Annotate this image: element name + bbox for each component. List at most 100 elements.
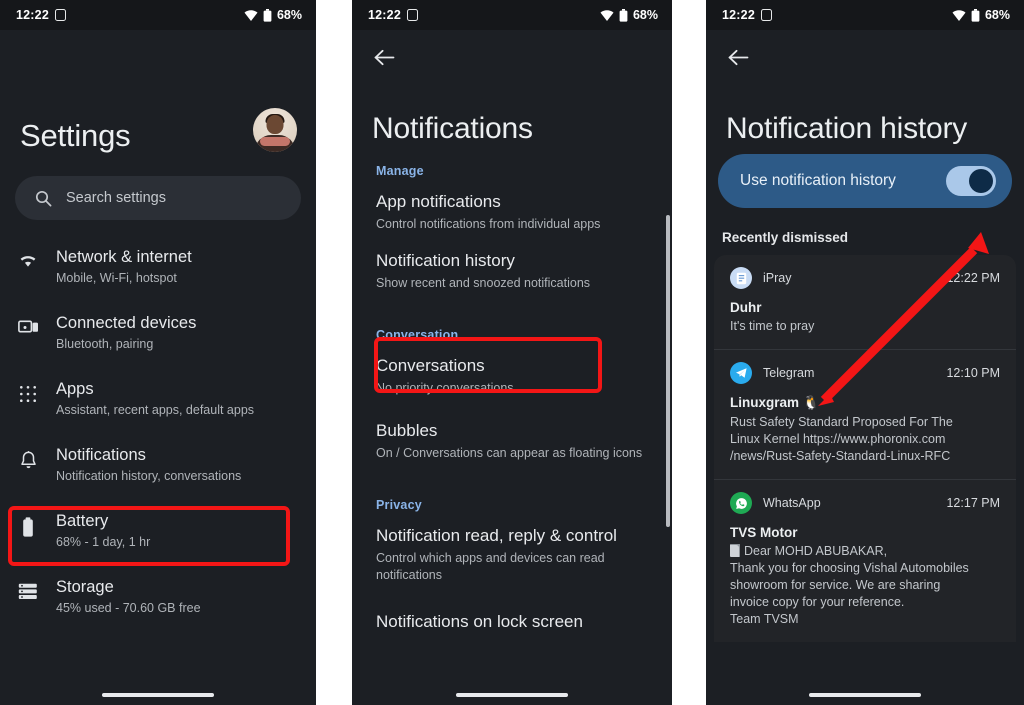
sidebar-item-battery[interactable]: Battery 68% - 1 day, 1 hr (0, 498, 316, 564)
status-time: 12:22 (368, 8, 401, 22)
item-subtitle: Assistant, recent apps, default apps (56, 403, 255, 417)
item-subtitle: Control notifications from individual ap… (376, 217, 601, 231)
item-subtitle: Mobile, Wi-Fi, hotspot (56, 271, 177, 285)
notification-header: WhatsApp 12:17 PM (730, 492, 1000, 514)
status-time: 12:22 (16, 8, 49, 22)
item-title: Conversations (376, 356, 485, 375)
item-subtitle: Control which apps and devices can read … (376, 551, 605, 582)
item-title: Connected devices (56, 314, 197, 332)
home-indicator (456, 693, 568, 697)
notification-list: iPray 12:22 PM Duhr It's time to pray Te… (714, 255, 1016, 642)
notification-body: Rust Safety Standard Proposed For The Li… (730, 415, 953, 463)
section-label-conversation: Conversation (376, 328, 459, 342)
bell-icon (0, 445, 56, 471)
item-subtitle: Bluetooth, pairing (56, 337, 154, 351)
item-title: Notifications (56, 446, 146, 464)
page-title: Notification history (726, 112, 968, 145)
notification-time: 12:17 PM (946, 496, 1000, 510)
sidebar-item-storage[interactable]: Storage 45% used - 70.60 GB free (0, 564, 316, 630)
item-subtitle: 68% - 1 day, 1 hr (56, 535, 151, 549)
settings-screen: Settings Search settings Network & inter… (0, 30, 316, 705)
notification-title: TVS Motor (730, 525, 798, 540)
use-notification-history-row[interactable]: Use notification history (718, 154, 1012, 208)
notification-history-screen: Notification history Use notification hi… (706, 30, 1024, 705)
list-item-app-notifications[interactable]: App notifications Control notifications … (352, 184, 672, 243)
avatar[interactable] (253, 108, 297, 152)
section-label-manage: Manage (376, 164, 424, 178)
item-title: Storage (56, 578, 114, 596)
status-time: 12:22 (722, 8, 755, 22)
status-bar-right: 68% (952, 8, 1010, 22)
battery-percent: 68% (984, 8, 1010, 22)
sidebar-item-notifications[interactable]: Notifications Notification history, conv… (0, 432, 316, 498)
page-title: Notifications (372, 112, 533, 145)
search-input[interactable]: Search settings (15, 176, 301, 220)
screenshot-stage: 12:22 68% Settings Search settings Netwo… (0, 0, 1024, 705)
storage-icon (0, 577, 56, 600)
phone-panel-settings: 12:22 68% Settings Search settings Netwo… (0, 0, 316, 705)
sidebar-item-apps[interactable]: Apps Assistant, recent apps, default app… (0, 366, 316, 432)
sidebar-item-text: Storage 45% used - 70.60 GB free (56, 577, 300, 617)
notification-body-first-text: Dear MOHD ABUBAKAR, (744, 544, 888, 558)
section-label-privacy: Privacy (376, 498, 422, 512)
item-subtitle: No priority conversations (376, 381, 514, 395)
list-item-notification-history[interactable]: Notification history Show recent and sno… (352, 243, 672, 302)
status-bar-right: 68% (600, 8, 658, 22)
list-item[interactable]: Telegram 12:10 PM Linuxgram 🐧 Rust Safet… (714, 349, 1016, 479)
wifi-icon (600, 9, 614, 21)
item-title: App notifications (376, 192, 501, 211)
battery-icon (971, 8, 980, 22)
status-bar: 12:22 68% (352, 0, 672, 30)
recently-dismissed-header: Recently dismissed (722, 230, 849, 245)
banner-label: Use notification history (740, 172, 896, 189)
back-button[interactable] (706, 30, 1024, 84)
battery-icon (0, 511, 56, 538)
sidebar-item-text: Notifications Notification history, conv… (56, 445, 300, 485)
home-indicator (809, 693, 921, 697)
sidebar-item-network[interactable]: Network & internet Mobile, Wi-Fi, hotspo… (0, 234, 316, 300)
status-bar-left: 12:22 (722, 8, 772, 22)
list-item-bubbles[interactable]: Bubbles On / Conversations can appear as… (352, 407, 672, 472)
screen-record-icon (54, 9, 66, 21)
wifi-icon (244, 9, 258, 21)
item-title: Notification read, reply & control (376, 526, 617, 545)
item-subtitle: Notification history, conversations (56, 469, 242, 483)
list-item[interactable]: iPray 12:22 PM Duhr It's time to pray (714, 255, 1016, 349)
status-bar-right: 68% (244, 8, 302, 22)
battery-percent: 68% (276, 8, 302, 22)
list-item-notifications-on-lock-screen[interactable]: Notifications on lock screen (352, 594, 672, 644)
use-notification-history-toggle[interactable] (946, 166, 996, 196)
screen-record-icon (760, 9, 772, 21)
notification-header: iPray 12:22 PM (730, 267, 1000, 289)
notification-title: Linuxgram 🐧 (730, 395, 820, 410)
item-title: Battery (56, 512, 109, 530)
item-title: Notification history (376, 251, 515, 270)
status-bar-left: 12:22 (368, 8, 418, 22)
notification-header: Telegram 12:10 PM (730, 362, 1000, 384)
screen-record-icon (406, 9, 418, 21)
list-item[interactable]: WhatsApp 12:17 PM TVS Motor Dear MOHD AB… (714, 479, 1016, 642)
connected-devices-icon (0, 313, 56, 335)
phone-panel-notification-history: 12:22 68% Notification history Use notif… (706, 0, 1024, 705)
app-name: WhatsApp (763, 496, 821, 510)
battery-percent: 68% (632, 8, 658, 22)
item-subtitle: 45% used - 70.60 GB free (56, 601, 201, 615)
sidebar-item-text: Network & internet Mobile, Wi-Fi, hotspo… (56, 247, 300, 287)
back-button[interactable] (352, 30, 672, 84)
settings-list: Network & internet Mobile, Wi-Fi, hotspo… (0, 234, 316, 630)
toggle-thumb (969, 169, 993, 193)
avatar-head (266, 115, 284, 135)
notification-body-first: Dear MOHD ABUBAKAR, (730, 543, 1000, 560)
notification-body: Thank you for choosing Vishal Automobile… (730, 561, 969, 626)
document-icon (730, 544, 740, 557)
search-placeholder: Search settings (66, 190, 166, 206)
status-bar: 12:22 68% (706, 0, 1024, 30)
notification-title: Duhr (730, 300, 762, 315)
vertical-scrollbar[interactable] (666, 215, 670, 527)
list-item-conversations[interactable]: Conversations No priority conversations (352, 348, 672, 407)
notifications-screen: Notifications Manage App notifications C… (352, 30, 672, 705)
search-icon (35, 190, 52, 207)
list-item-notification-read-reply-control[interactable]: Notification read, reply & control Contr… (352, 518, 672, 594)
sidebar-item-connected-devices[interactable]: Connected devices Bluetooth, pairing (0, 300, 316, 366)
notification-time: 12:10 PM (946, 366, 1000, 380)
